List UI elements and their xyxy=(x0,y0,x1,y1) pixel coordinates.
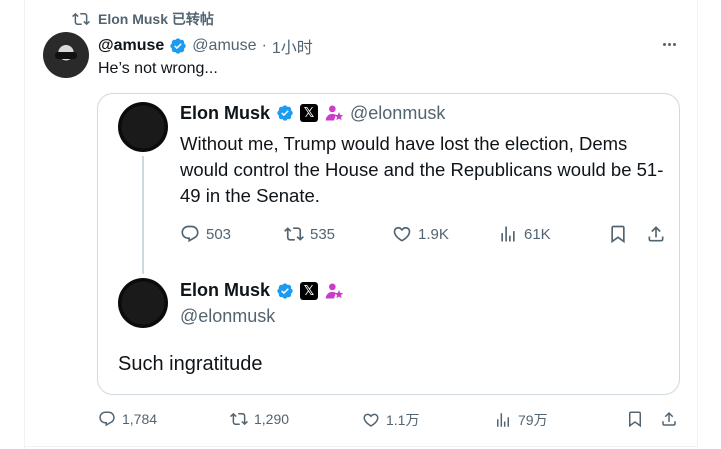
divider xyxy=(24,446,698,447)
affiliate-icon xyxy=(325,105,344,121)
views-count: 79万 xyxy=(518,412,548,428)
views-button[interactable]: 61K xyxy=(498,224,551,244)
repost-label: Elon Musk 已转帖 xyxy=(98,11,214,27)
bookmark-icon xyxy=(611,225,625,244)
repost-button[interactable]: 1,290 xyxy=(230,410,289,428)
author-name[interactable]: @amuse xyxy=(98,37,164,55)
quote-reply-author-name[interactable]: Elon Musk xyxy=(180,280,270,301)
quote-header: Elon Musk 𝕏 @elonmusk xyxy=(180,102,445,124)
views-icon xyxy=(501,226,515,242)
time-separator: · xyxy=(261,37,267,54)
x-logo-icon: 𝕏 xyxy=(300,281,319,300)
quote-reply-header: Elon Musk 𝕏 xyxy=(180,280,344,301)
repost-header[interactable]: Elon Musk 已转帖 xyxy=(72,9,214,29)
like-button[interactable]: 1.9K xyxy=(392,224,449,244)
bookmark-button[interactable] xyxy=(608,224,628,244)
author-handle[interactable]: @amuse xyxy=(192,37,256,55)
reply-icon xyxy=(181,225,199,243)
quote-card[interactable]: Elon Musk 𝕏 @elonmusk Without me, Trump … xyxy=(97,93,680,395)
avatar[interactable] xyxy=(43,32,89,78)
share-icon xyxy=(648,226,664,242)
timestamp[interactable]: 1小时 xyxy=(272,34,313,58)
share-button[interactable] xyxy=(646,224,666,244)
tweet-actions: 1,784 1,290 1.1万 79万 xyxy=(98,410,683,432)
repost-count: 535 xyxy=(310,225,336,243)
affiliate-icon xyxy=(325,283,344,298)
bookmark-button[interactable] xyxy=(626,410,644,428)
quote-reply-author-handle[interactable]: @elonmusk xyxy=(180,306,275,327)
share-button[interactable] xyxy=(660,410,678,428)
reply-count: 503 xyxy=(206,225,232,243)
reply-count: 1,784 xyxy=(122,411,158,427)
repost-icon xyxy=(72,12,90,26)
repost-count: 1,290 xyxy=(254,411,290,427)
quote-text: Without me, Trump would have lost the el… xyxy=(180,133,664,206)
quote-actions: 503 535 1.9K 61K xyxy=(180,224,670,248)
verified-badge-icon xyxy=(277,105,293,121)
views-icon xyxy=(497,413,509,427)
like-button[interactable]: 1.1万 xyxy=(362,410,419,430)
views-count: 61K xyxy=(524,225,551,243)
tweet-text: He’s not wrong... xyxy=(98,60,218,77)
tweet-header: @amuse @amuse · 1小时 xyxy=(98,34,313,58)
quote-author-name[interactable]: Elon Musk xyxy=(180,103,270,124)
thread-line xyxy=(142,156,144,274)
like-count: 1.1万 xyxy=(386,412,420,428)
reply-button[interactable]: 1,784 xyxy=(98,410,157,428)
repost-button[interactable]: 535 xyxy=(284,224,335,244)
share-icon xyxy=(662,411,676,426)
reply-icon xyxy=(99,411,115,427)
quote-reply-avatar[interactable] xyxy=(118,278,168,328)
quote-reply-text: Such ingratitude xyxy=(118,353,263,375)
like-icon xyxy=(363,413,379,427)
quote-avatar[interactable] xyxy=(118,102,168,152)
more-icon[interactable] xyxy=(656,34,682,54)
views-button[interactable]: 79万 xyxy=(494,410,548,430)
repost-icon xyxy=(284,227,304,241)
repost-icon xyxy=(230,412,248,426)
quote-author-handle[interactable]: @elonmusk xyxy=(350,103,445,124)
verified-badge-icon xyxy=(277,282,293,299)
x-logo-icon: 𝕏 xyxy=(300,104,319,122)
like-count: 1.9K xyxy=(418,225,449,243)
like-icon xyxy=(393,226,411,242)
bookmark-icon xyxy=(629,411,641,428)
reply-button[interactable]: 503 xyxy=(180,224,231,244)
verified-badge-icon xyxy=(170,38,186,54)
